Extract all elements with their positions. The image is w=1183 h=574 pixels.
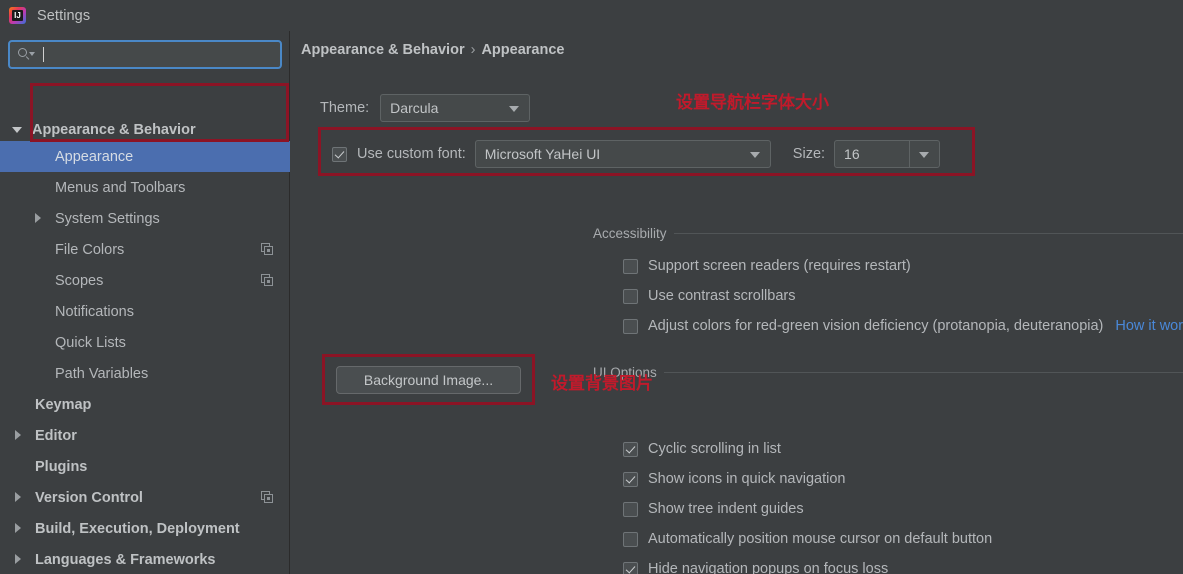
ui-option-row[interactable]: Show tree indent guides — [623, 501, 804, 517]
how-it-works-link[interactable]: How it works — [1115, 318, 1183, 334]
accessibility-option-row[interactable]: Use contrast scrollbars — [623, 288, 795, 304]
sidebar-item-label: Path Variables — [55, 365, 149, 382]
chevron-down-icon — [919, 152, 930, 158]
breadcrumb-separator-icon: › — [470, 42, 476, 58]
sidebar-item-label: Menus and Toolbars — [55, 179, 186, 196]
section-divider — [663, 372, 1183, 373]
font-size-label: Size: — [792, 146, 826, 162]
sidebar-item-label: System Settings — [55, 210, 160, 227]
section-divider — [673, 233, 1183, 234]
font-size-select[interactable]: 16 — [834, 140, 941, 168]
checkbox[interactable] — [623, 288, 638, 304]
intellij-idea-logo-icon: IJ — [9, 7, 26, 24]
copy-icon[interactable] — [261, 243, 274, 256]
text-caret — [43, 47, 44, 62]
checkbox-label: Use contrast scrollbars — [648, 288, 796, 304]
logo-text: IJ — [14, 11, 21, 20]
theme-row: Theme: Darcula — [320, 94, 531, 122]
chevron-right-icon[interactable] — [15, 523, 21, 533]
checkbox[interactable] — [623, 258, 638, 274]
use-custom-font-checkbox[interactable] — [332, 146, 347, 162]
sidebar-item-notifications[interactable]: Notifications — [0, 296, 290, 327]
annotation-text: 设置导航栏字体大小 — [676, 93, 829, 113]
font-size-value: 16 — [844, 146, 860, 162]
accessibility-section-header: Accessibility — [593, 226, 1183, 241]
highlight-box-appearance — [30, 83, 289, 142]
sidebar-item-plugins[interactable]: Plugins — [0, 451, 290, 482]
sidebar-item-label: Version Control — [35, 489, 143, 506]
chevron-down-icon — [749, 152, 760, 158]
theme-label: Theme: — [320, 100, 370, 116]
checkbox-label: Hide navigation popups on focus loss — [648, 561, 889, 574]
copy-icon[interactable] — [261, 491, 274, 504]
sidebar-item-label: Build, Execution, Deployment — [35, 520, 240, 537]
settings-sidebar: Appearance & Behavior Appearance Menus and… — [0, 31, 290, 574]
sidebar-item-appearance[interactable]: Appearance — [0, 141, 290, 172]
sidebar-item-label: Languages & Frameworks — [35, 551, 216, 568]
breadcrumb: Appearance & Behavior › Appearance — [301, 42, 564, 58]
checkbox[interactable] — [623, 531, 638, 547]
sidebar-item-label: Scopes — [55, 272, 104, 289]
sidebar-item-label: Quick Lists — [55, 334, 126, 351]
breadcrumb-root[interactable]: Appearance & Behavior — [301, 42, 465, 58]
sidebar-item-scopes[interactable]: Scopes — [0, 265, 290, 296]
theme-selected-value: Darcula — [390, 100, 439, 116]
ui-option-row[interactable]: Hide navigation popups on focus loss — [623, 561, 888, 574]
font-family-select[interactable]: Microsoft YaHei UI — [474, 140, 771, 168]
sidebar-item-path-variables[interactable]: Path Variables — [0, 358, 290, 389]
ui-options-section-header: UI Options — [593, 365, 1183, 380]
checkbox[interactable] — [623, 318, 638, 334]
theme-select[interactable]: Darcula — [380, 94, 531, 122]
custom-font-row: Use custom font: Microsoft YaHei UI Size… — [332, 140, 941, 168]
chevron-right-icon[interactable] — [15, 554, 21, 564]
background-image-button[interactable]: Background Image... — [336, 366, 521, 394]
ui-option-row[interactable]: Automatically position mouse cursor on d… — [623, 531, 992, 547]
checkbox-label: Show tree indent guides — [648, 501, 804, 517]
sidebar-item-label: Editor — [35, 427, 77, 444]
sidebar-item-label: Keymap — [35, 396, 92, 413]
window-titlebar: IJ Settings — [0, 0, 1183, 31]
checkbox[interactable] — [623, 471, 638, 487]
sidebar-item-quick-lists[interactable]: Quick Lists — [0, 327, 290, 358]
sidebar-item-label: File Colors — [55, 241, 125, 258]
sidebar-item-label: Appearance — [55, 148, 134, 165]
chevron-right-icon[interactable] — [15, 430, 21, 440]
chevron-down-icon[interactable] — [12, 127, 22, 133]
checkbox-label: Show icons in quick navigation — [648, 471, 846, 487]
checkbox-label: Automatically position mouse cursor on d… — [648, 531, 993, 547]
breadcrumb-current: Appearance — [481, 42, 565, 58]
accessibility-title: Accessibility — [593, 226, 667, 241]
copy-icon[interactable] — [261, 274, 274, 287]
font-family-value: Microsoft YaHei UI — [484, 146, 601, 162]
search-input[interactable] — [46, 47, 274, 62]
checkbox[interactable] — [623, 561, 638, 574]
ui-option-row[interactable]: Cyclic scrolling in list — [623, 441, 781, 457]
sidebar-item-build-execution-deployment[interactable]: Build, Execution, Deployment — [0, 513, 290, 544]
accessibility-option-row[interactable]: Support screen readers (requires restart… — [623, 258, 911, 274]
accessibility-option-row[interactable]: Adjust colors for red-green vision defic… — [623, 318, 1183, 334]
sidebar-item-editor[interactable]: Editor — [0, 420, 290, 451]
chevron-right-icon[interactable] — [35, 213, 41, 223]
search-box[interactable] — [8, 40, 282, 69]
chevron-down-icon — [509, 106, 520, 112]
sidebar-item-languages-frameworks[interactable]: Languages & Frameworks — [0, 544, 290, 574]
sidebar-item-keymap[interactable]: Keymap — [0, 389, 290, 420]
checkbox[interactable] — [623, 441, 638, 457]
use-custom-font-label: Use custom font: — [357, 146, 466, 162]
sidebar-item-system-settings[interactable]: System Settings — [0, 203, 290, 234]
chevron-right-icon[interactable] — [15, 492, 21, 502]
window-title: Settings — [37, 7, 91, 24]
checkbox[interactable] — [623, 501, 638, 517]
sidebar-item-menus-and-toolbars[interactable]: Menus and Toolbars — [0, 172, 290, 203]
sidebar-item-version-control[interactable]: Version Control — [0, 482, 290, 513]
sidebar-item-label: Plugins — [35, 458, 88, 475]
sidebar-item-label: Notifications — [55, 303, 134, 320]
annotation-text: 设置背景图片 — [551, 374, 653, 394]
sidebar-item-file-colors[interactable]: File Colors — [0, 234, 290, 265]
search-icon — [18, 47, 35, 62]
checkbox-label: Adjust colors for red-green vision defic… — [648, 318, 1104, 334]
ui-option-row[interactable]: Show icons in quick navigation — [623, 471, 845, 487]
checkbox-label: Cyclic scrolling in list — [648, 441, 781, 457]
checkbox-label: Support screen readers (requires restart… — [648, 258, 911, 274]
